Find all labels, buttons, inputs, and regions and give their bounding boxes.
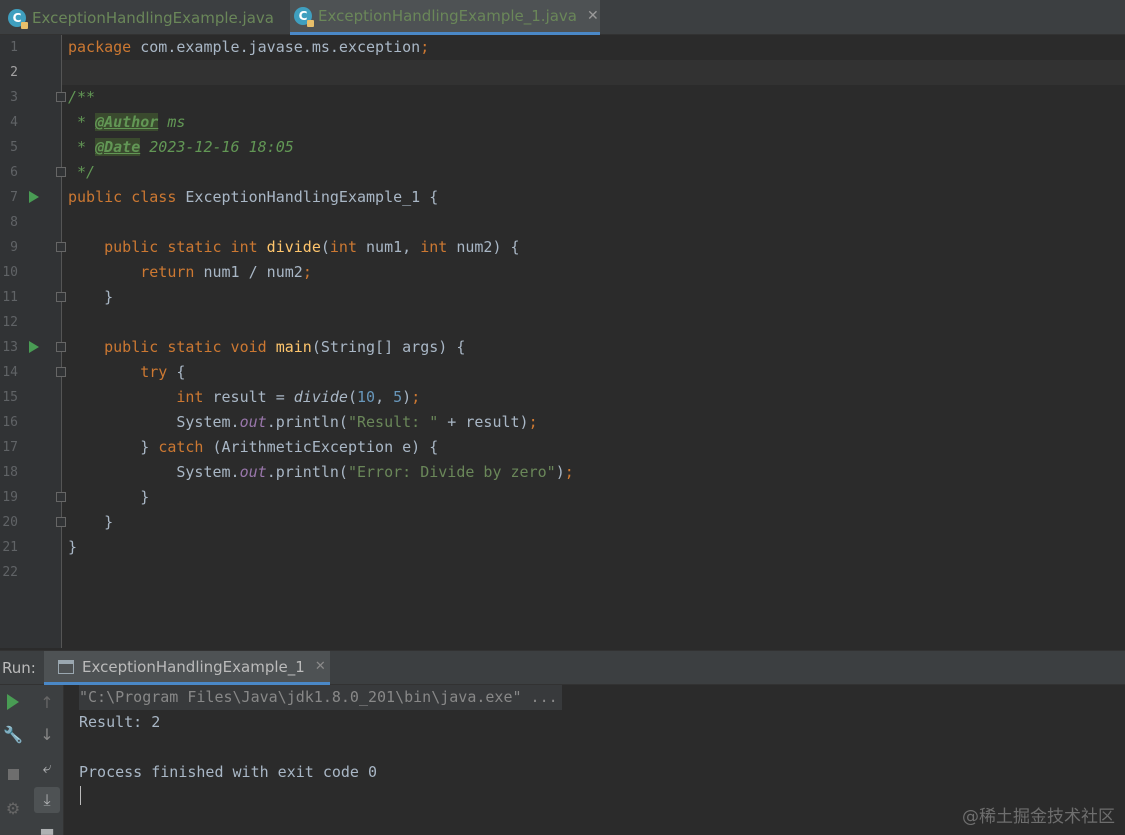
code-line-14: try { [68,363,186,381]
code-line-4: * @Author ms [68,113,186,131]
code-line-5: * @Date 2023-12-16 18:05 [68,138,294,156]
line-number: 4 [10,115,18,130]
line-number: 9 [10,240,18,255]
code-line-1: package com.example.javase.ms.exception; [68,38,430,56]
wrench-icon: 🔧 [3,724,23,744]
code-line-3: /** [68,88,96,106]
code-line-10: return num1 / num2; [68,263,312,281]
run-toolbar: 🔧 ⚙ ↑ ↓ ⤶ ⤓ ▬ [0,685,64,835]
run-panel-header: Run: ExceptionHandlingExample_1 ✕ [0,650,1125,685]
tab-exceptionhandlingexample-1[interactable]: C ExceptionHandlingExample_1.java ✕ [290,0,600,35]
fold-icon[interactable] [56,92,66,102]
close-tab-icon[interactable]: ✕ [587,8,599,24]
line-number: 19 [2,490,18,505]
restore-layout-button[interactable]: ⚙ [0,795,26,821]
code-line-21: } [68,538,78,556]
line-number: 10 [2,265,18,280]
line-number: 20 [2,515,18,530]
fold-icon[interactable] [56,167,66,177]
code-line-19: } [68,488,150,506]
line-number: 8 [10,215,18,230]
fold-icon[interactable] [56,292,66,302]
line-number: 7 [10,190,18,205]
run-label: Run: [2,659,36,677]
line-number: 15 [2,390,18,405]
code-line-15: int result = divide(10, 5); [68,388,421,406]
line-number: 2 [10,65,18,80]
stop-icon [7,768,19,780]
run-tab-label: ExceptionHandlingExample_1 [82,657,305,676]
print-button[interactable]: ▬ [34,817,60,835]
scroll-to-end-icon: ⤓ [43,790,51,809]
console-line: Process finished with exit code 0 [79,763,378,781]
fold-icon[interactable] [56,492,66,502]
line-number: 17 [2,440,18,455]
console-command-line[interactable]: "C:\Program Files\Java\jdk1.8.0_201\bin\… [79,685,562,710]
soft-wrap-button[interactable]: ⤶ [34,755,60,781]
line-number: 16 [2,415,18,430]
line-number: 5 [10,140,18,155]
fold-icon[interactable] [56,367,66,377]
console-icon [58,659,74,674]
line-number: 1 [10,40,18,55]
text-cursor [80,786,81,805]
wrap-icon: ⤶ [42,758,52,777]
line-number: 18 [2,465,18,480]
arrow-up-icon: ↑ [40,692,54,712]
java-class-icon: C [8,8,28,29]
close-icon[interactable]: ✕ [315,659,326,674]
java-class-icon: C [294,7,314,27]
code-line-6: */ [68,163,96,181]
play-icon [7,694,19,710]
line-number: 22 [2,565,18,580]
line-number: 6 [10,165,18,180]
fold-icon[interactable] [56,517,66,527]
caret-line-highlight [0,60,1125,85]
code-line-17: } catch (ArithmeticException e) { [68,438,439,456]
stop-button[interactable] [0,761,26,787]
line-number: 21 [2,540,18,555]
code-line-9: public static int divide(int num1, int n… [68,238,520,256]
rerun-button[interactable] [0,689,26,715]
scroll-up-button[interactable]: ↑ [34,689,60,715]
watermark: @稀土掘金技术社区 [962,807,1115,827]
fold-icon[interactable] [56,242,66,252]
code-line-7: public class ExceptionHandlingExample_1 … [68,188,439,206]
line-number: 12 [2,315,18,330]
line-number: 13 [2,340,18,355]
fold-icon[interactable] [56,342,66,352]
run-class-icon[interactable] [29,191,39,203]
tab-exceptionhandlingexample[interactable]: C ExceptionHandlingExample.java [4,0,284,35]
tab-label: ExceptionHandlingExample.java [32,8,274,27]
scroll-down-button[interactable]: ↓ [34,721,60,747]
line-number: 3 [10,90,18,105]
code-line-16: System.out.println("Result: " + result); [68,413,538,431]
editor-gutter: 1 2 3 4 5 6 7 8 9 10 11 12 13 14 15 16 1… [0,35,66,648]
settings-button[interactable]: 🔧 [0,721,26,747]
console-line: Result: 2 [79,713,161,731]
tab-label: ExceptionHandlingExample_1.java [318,7,577,25]
line-number: 14 [2,365,18,380]
code-line-11: } [68,288,114,306]
scroll-to-end-button[interactable]: ⤓ [34,787,60,813]
code-line-20: } [68,513,114,531]
line-number: 11 [2,290,18,305]
run-main-icon[interactable] [29,341,39,353]
code-line-18: System.out.println("Error: Divide by zer… [68,463,574,481]
arrow-down-icon: ↓ [40,724,54,744]
code-line-13: public static void main(String[] args) { [68,338,466,356]
gear-icon: ⚙ [5,798,21,818]
editor-tab-bar: C ExceptionHandlingExample.java C Except… [0,0,1125,35]
run-config-tab[interactable]: ExceptionHandlingExample_1 ✕ [44,651,330,685]
print-icon: ▬ [39,820,55,835]
